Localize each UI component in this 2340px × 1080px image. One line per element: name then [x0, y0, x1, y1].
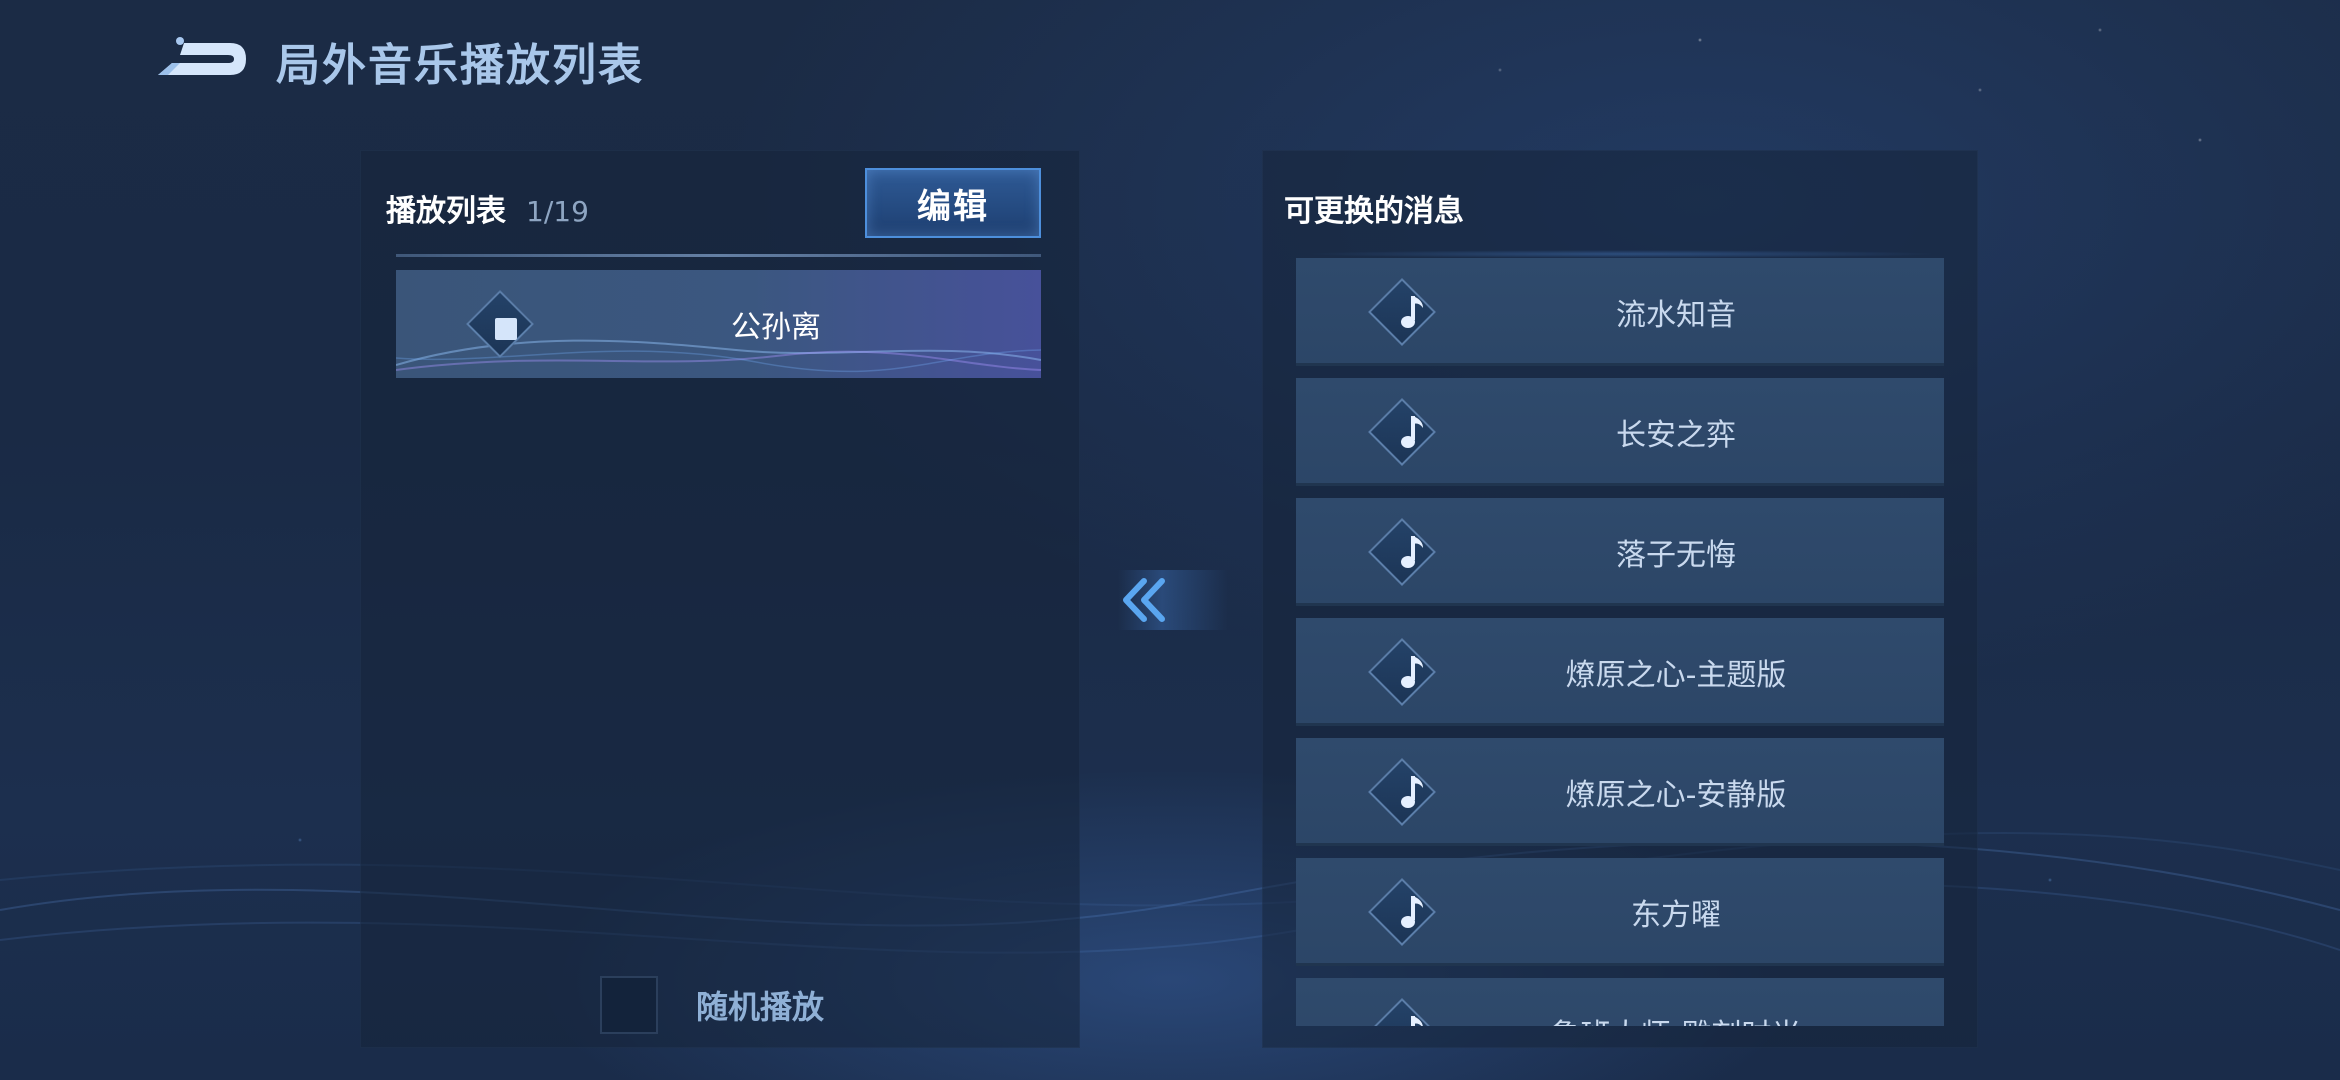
music-note-icon	[1384, 290, 1444, 334]
shuffle-checkbox[interactable]	[600, 976, 658, 1034]
track-item[interactable]: 长安之弈	[1296, 378, 1944, 486]
shuffle-label: 随机播放	[696, 988, 825, 1026]
playlist-title: 播放列表	[386, 194, 506, 229]
track-item[interactable]: 落子无悔	[1296, 498, 1944, 606]
available-track-list[interactable]: 流水知音 长安之弈 落子无悔 燎原之心-主题版 燎原之心-安静版 东方曜	[1296, 258, 1944, 1026]
track-item[interactable]: 燎原之心-安静版	[1296, 738, 1944, 846]
music-note-icon	[1384, 890, 1444, 934]
playlist-divider	[396, 254, 1041, 257]
background-stars	[0, 0, 2340, 1080]
track-name: 长安之弈	[1616, 418, 1736, 453]
edit-button[interactable]: 编辑	[865, 168, 1041, 238]
track-name: 落子无悔	[1616, 538, 1736, 573]
current-track-name: 公孙离	[731, 310, 821, 345]
playlist-header: 播放列表 1/19	[386, 186, 589, 230]
track-name: 燎原之心-安静版	[1565, 778, 1787, 813]
background-waves	[0, 832, 2340, 954]
available-panel: 可更换的消息 流水知音 长安之弈 落子无悔 燎原之心-主题版 燎原之心-安静版 …	[1262, 150, 1978, 1048]
playlist-panel: 播放列表 1/19 编辑 公孙离 随机播放	[360, 150, 1080, 1048]
playlist-item-current[interactable]: 公孙离	[396, 270, 1041, 378]
music-note-icon	[1384, 1010, 1444, 1026]
music-note-icon	[1384, 410, 1444, 454]
track-name: 东方曜	[1631, 898, 1721, 933]
music-note-icon	[1384, 530, 1444, 574]
track-item[interactable]: 东方曜	[1296, 858, 1944, 966]
stop-icon[interactable]	[495, 318, 517, 340]
track-name: 鲁班大师-雕刻时光	[1456, 978, 1896, 1026]
track-name: 流水知音	[1616, 298, 1736, 333]
playlist-count: 1/19	[526, 195, 589, 228]
available-title: 可更换的消息	[1284, 194, 1464, 229]
music-note-icon	[1384, 650, 1444, 694]
track-item[interactable]: 流水知音	[1296, 258, 1944, 366]
back-arrow-icon	[158, 37, 246, 75]
title-glow	[1302, 250, 1942, 258]
move-to-playlist-button[interactable]	[1118, 570, 1228, 630]
page-header: 局外音乐播放列表	[150, 26, 644, 96]
track-name: 燎原之心-主题版	[1565, 658, 1787, 693]
back-button[interactable]	[150, 31, 250, 91]
track-item[interactable]: 鲁班大师-雕刻时光	[1296, 978, 1944, 1026]
page-title: 局外音乐播放列表	[276, 40, 644, 91]
double-chevron-left-icon	[1123, 578, 1165, 622]
track-item[interactable]: 燎原之心-主题版	[1296, 618, 1944, 726]
shuffle-toggle[interactable]: 随机播放	[600, 976, 824, 1034]
music-note-icon	[1384, 770, 1444, 814]
